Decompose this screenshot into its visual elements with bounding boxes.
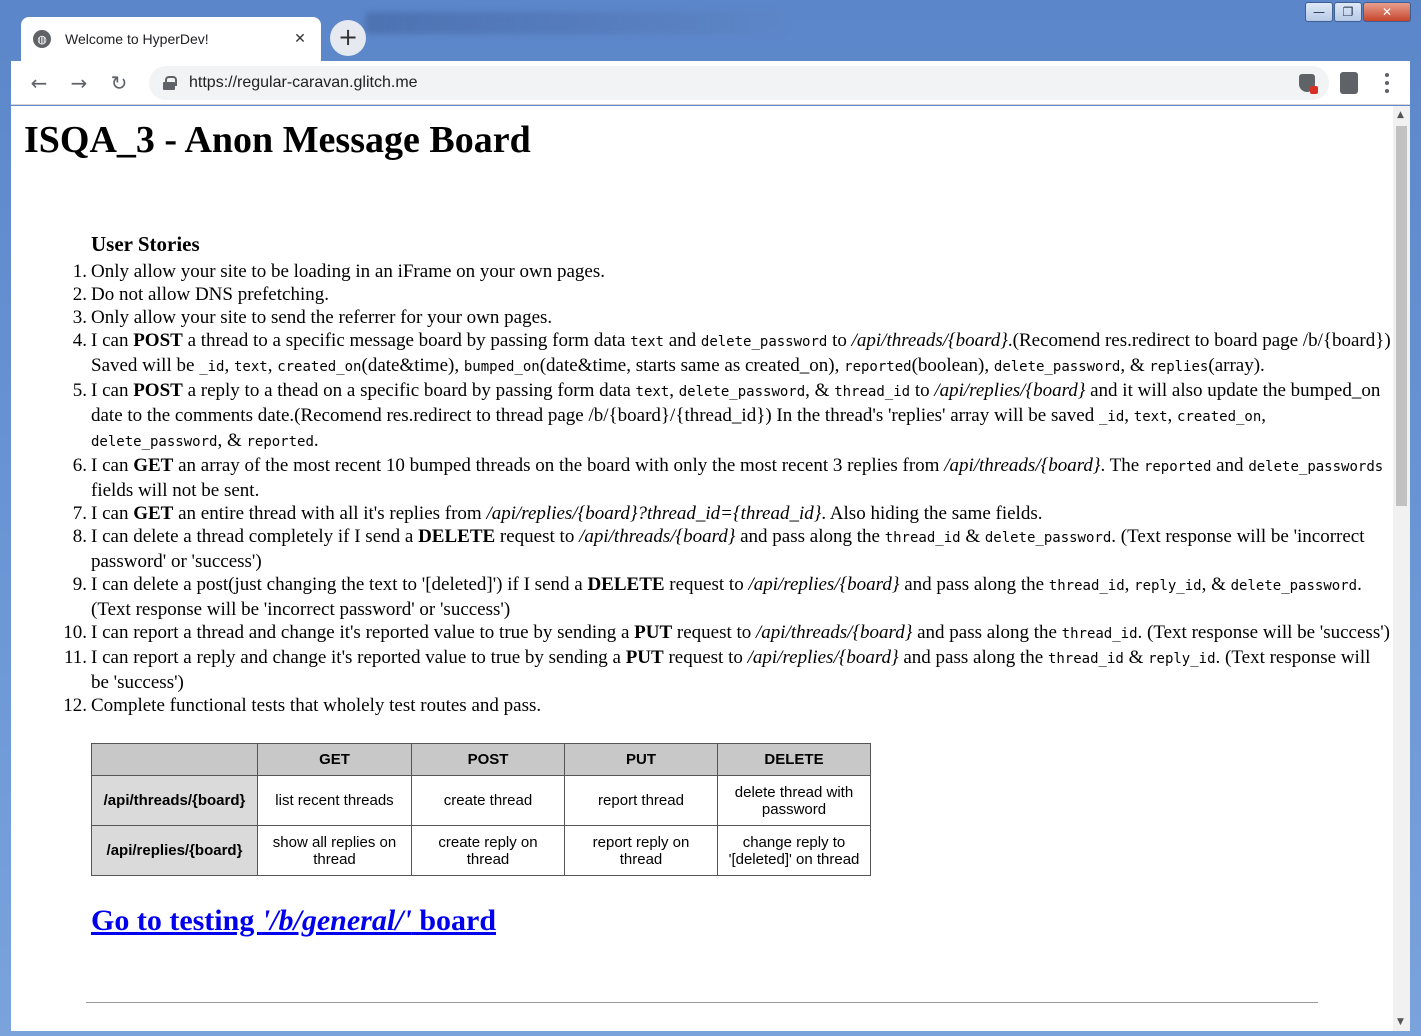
routes-table: GET POST PUT DELETE /api/threads/{board}… — [91, 743, 871, 876]
table-header: GET — [257, 743, 412, 776]
list-item: 10. I can report a thread and change it's… — [63, 622, 1390, 643]
table-header-row: GET POST PUT DELETE — [91, 743, 871, 776]
new-tab-button[interactable]: + — [330, 20, 366, 56]
blurred-title-bar — [365, 12, 785, 34]
list-item: 4. I can POST a thread to a specific mess… — [72, 330, 1391, 376]
browser-tab[interactable]: ◍ Welcome to HyperDev! ✕ — [21, 17, 321, 61]
scroll-down-icon[interactable]: ▼ — [1397, 1017, 1404, 1027]
table-header: PUT — [564, 743, 718, 776]
table-cell: show all replies on thread — [257, 825, 412, 876]
table-cell: delete thread with password — [717, 775, 871, 826]
table-cell: report reply on thread — [564, 825, 718, 876]
tracking-shield-icon[interactable] — [1299, 74, 1318, 94]
kebab-menu-icon[interactable] — [1384, 71, 1390, 95]
url-text[interactable]: https://regular-caravan.glitch.me — [189, 74, 1299, 92]
list-item: 5. I can POST a reply to a thead on a spe… — [72, 380, 1381, 451]
table-cell: create thread — [411, 775, 565, 826]
table-cell: /api/threads/{board} — [91, 775, 258, 826]
divider — [86, 1002, 1318, 1003]
lock-icon[interactable] — [163, 76, 177, 90]
list-item: 6. I can GET an array of the most recent … — [72, 455, 1384, 501]
table-cell: change reply to '[deleted]' on thread — [717, 825, 871, 876]
table-header — [91, 743, 258, 776]
vertical-scrollbar[interactable]: ▲ ▼ — [1393, 106, 1410, 1031]
minimize-button[interactable]: — — [1305, 2, 1333, 22]
back-arrow-icon[interactable]: ← — [27, 71, 51, 95]
reload-icon[interactable]: ↻ — [107, 71, 131, 95]
table-cell: /api/replies/{board} — [91, 825, 258, 876]
extension-icon[interactable] — [1340, 72, 1358, 94]
list-item: 1. Only allow your site to be loading in … — [72, 261, 605, 282]
tab-title: Welcome to HyperDev! — [65, 31, 209, 47]
stories-heading: User Stories — [91, 232, 200, 256]
list-item: 9. I can delete a post(just changing the … — [72, 574, 1362, 620]
table-row: /api/replies/{board} show all replies on… — [91, 825, 871, 876]
list-item: 11. I can report a reply and change it's … — [63, 647, 1371, 693]
user-stories-list: 1. Only allow your site to be loading in … — [63, 260, 1391, 717]
list-item: 8. I can delete a thread completely if I … — [72, 526, 1365, 572]
browser-toolbar: ← → ↻ https://regular-caravan.glitch.me — [11, 61, 1410, 105]
close-window-button[interactable]: ✕ — [1363, 2, 1411, 22]
page-title: ISQA_3 - Anon Message Board — [24, 119, 531, 161]
globe-icon: ◍ — [33, 30, 51, 48]
table-row: /api/threads/{board} list recent threads… — [91, 775, 871, 826]
close-tab-icon[interactable]: ✕ — [291, 31, 309, 47]
testing-board-link[interactable]: Go to testing '/b/general/' board — [91, 904, 496, 938]
list-item: 7. I can GET an entire thread with all it… — [72, 503, 1043, 524]
scrollbar-thumb[interactable] — [1396, 126, 1407, 506]
address-bar[interactable]: https://regular-caravan.glitch.me — [149, 66, 1329, 100]
page-content: ISQA_3 - Anon Message Board User Stories… — [11, 106, 1410, 1031]
table-header: POST — [411, 743, 565, 776]
list-item: 2. Do not allow DNS prefetching. — [72, 284, 329, 305]
list-item: 12. Complete functional tests that wholel… — [63, 695, 542, 716]
scroll-up-icon[interactable]: ▲ — [1397, 110, 1404, 120]
table-cell: create reply on thread — [411, 825, 565, 876]
maximize-button[interactable]: ❐ — [1334, 2, 1362, 22]
window-controls: — ❐ ✕ — [1304, 2, 1411, 22]
table-header: DELETE — [717, 743, 871, 776]
table-cell: report thread — [564, 775, 718, 826]
table-cell: list recent threads — [257, 775, 412, 826]
forward-arrow-icon[interactable]: → — [67, 71, 91, 95]
list-item: 3. Only allow your site to send the refer… — [72, 307, 553, 328]
